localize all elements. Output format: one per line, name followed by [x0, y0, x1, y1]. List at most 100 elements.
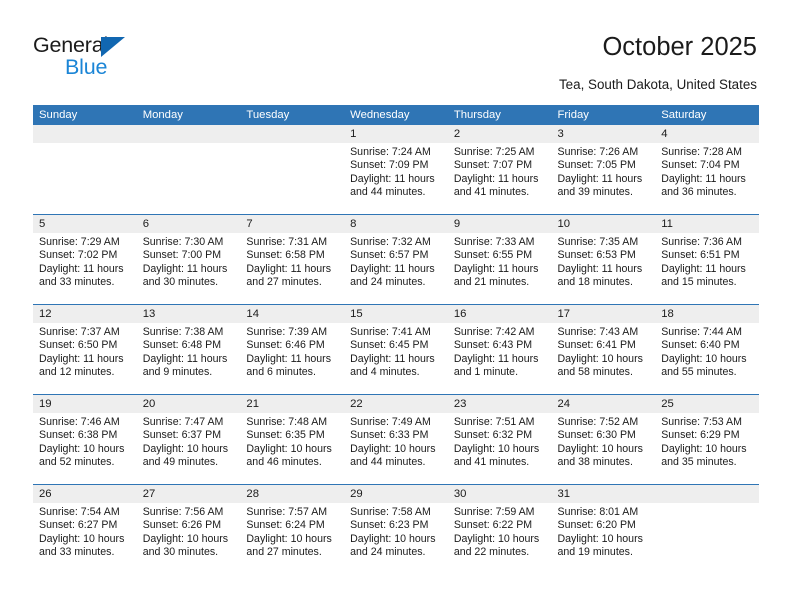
sunrise-time: Sunrise: 7:29 AM [39, 236, 120, 248]
calendar-day-cell[interactable]: 22 Sunrise: 7:49 AM Sunset: 6:33 PM Dayligh… [344, 394, 448, 485]
calendar-day-cell[interactable]: 11 Sunrise: 7:36 AM Sunset: 6:51 PM Dayligh… [655, 214, 759, 305]
calendar-day-cell[interactable]: 3 Sunrise: 7:26 AM Sunset: 7:05 PM Daylight… [551, 125, 656, 215]
daylight-duration-line1: Daylight: 11 hours [39, 352, 124, 365]
calendar-day-cell[interactable]: 19 Sunrise: 7:46 AM Sunset: 6:38 PM Dayligh… [33, 394, 137, 485]
calendar-day-cell[interactable]: 17 Sunrise: 7:43 AM Sunset: 6:41 PM Dayligh… [551, 304, 656, 395]
day-number: 27 [136, 485, 241, 503]
calendar-day-cell[interactable]: 12 Sunrise: 7:37 AM Sunset: 6:50 PM Dayligh… [33, 304, 137, 395]
day-number: 6 [136, 215, 241, 233]
day-number: 8 [344, 215, 448, 233]
daylight-duration-line1: Daylight: 10 hours [39, 532, 125, 545]
calendar-day-cell[interactable]: 27 Sunrise: 7:56 AM Sunset: 6:26 PM Dayligh… [136, 484, 241, 574]
day-number: 5 [33, 215, 137, 233]
sunset-time: Sunset: 7:02 PM [39, 249, 118, 262]
calendar-day-cell[interactable]: 2 Sunrise: 7:25 AM Sunset: 7:07 PM Daylight… [447, 125, 552, 215]
sunrise-time: Sunrise: 7:44 AM [661, 326, 742, 338]
day-details: Sunrise: 7:33 AM Sunset: 6:55 PM Daylight:… [448, 233, 552, 289]
calendar-day-cell[interactable]: 5 Sunrise: 7:29 AM Sunset: 7:02 PM Daylight… [33, 214, 137, 305]
day-details: Sunrise: 7:31 AM Sunset: 6:58 PM Daylight:… [240, 233, 344, 289]
day-number: 10 [551, 215, 656, 233]
calendar-day-cell[interactable]: 4 Sunrise: 7:28 AM Sunset: 7:04 PM Daylight… [655, 125, 759, 215]
daylight-duration-line1: Daylight: 10 hours [39, 442, 125, 455]
day-details: Sunrise: 7:59 AM Sunset: 6:22 PM Daylight:… [448, 503, 552, 559]
daylight-duration-line1: Daylight: 11 hours [246, 352, 332, 365]
calendar-day-cell[interactable]: 29 Sunrise: 7:58 AM Sunset: 6:23 PM Dayligh… [344, 484, 448, 574]
daylight-duration-line1: Daylight: 11 hours [661, 172, 746, 185]
calendar-day-cell[interactable]: 20 Sunrise: 7:47 AM Sunset: 6:37 PM Dayligh… [136, 394, 241, 485]
calendar-week-row: 1 Sunrise: 7:24 AM Sunset: 7:09 PM Daylight… [33, 125, 759, 215]
sunrise-time: Sunrise: 7:36 AM [661, 236, 742, 248]
calendar-day-cell-empty [33, 125, 137, 215]
sunset-time: Sunset: 6:26 PM [142, 519, 222, 532]
calendar-day-cell[interactable]: 30 Sunrise: 7:59 AM Sunset: 6:22 PM Dayligh… [447, 484, 552, 574]
day-number: 1 [344, 125, 448, 143]
daylight-duration-line1: Daylight: 11 hours [350, 172, 435, 185]
day-number [655, 485, 759, 503]
calendar-day-cell[interactable]: 15 Sunrise: 7:41 AM Sunset: 6:45 PM Dayligh… [344, 304, 448, 395]
day-details: Sunrise: 7:30 AM Sunset: 7:00 PM Daylight:… [137, 233, 241, 289]
sunset-time: Sunset: 6:50 PM [39, 339, 118, 352]
calendar-day-cell[interactable]: 9 Sunrise: 7:33 AM Sunset: 6:55 PM Daylight… [447, 214, 552, 305]
calendar-day-cell[interactable]: 31 Sunrise: 8:01 AM Sunset: 6:20 PM Dayligh… [551, 484, 656, 574]
calendar-day-cell[interactable]: 1 Sunrise: 7:24 AM Sunset: 7:09 PM Daylight… [344, 125, 448, 215]
sunrise-time: Sunrise: 7:26 AM [557, 146, 639, 158]
sunrise-time: Sunrise: 7:53 AM [661, 416, 742, 428]
calendar-day-cell[interactable]: 8 Sunrise: 7:32 AM Sunset: 6:57 PM Daylight… [344, 214, 448, 305]
sunset-time: Sunset: 6:24 PM [246, 519, 325, 532]
calendar-day-cell[interactable]: 21 Sunrise: 7:48 AM Sunset: 6:35 PM Dayligh… [240, 394, 345, 485]
calendar-day-cell[interactable]: 24 Sunrise: 7:52 AM Sunset: 6:30 PM Dayligh… [551, 394, 656, 485]
daylight-duration-line2: and 44 minutes. [350, 185, 426, 198]
calendar-day-cell[interactable]: 13 Sunrise: 7:38 AM Sunset: 6:48 PM Dayligh… [136, 304, 241, 395]
calendar-day-cell[interactable]: 10 Sunrise: 7:35 AM Sunset: 6:53 PM Dayligh… [551, 214, 656, 305]
daylight-duration-line1: Daylight: 11 hours [142, 352, 228, 365]
day-number: 14 [240, 305, 345, 323]
day-number: 2 [447, 125, 552, 143]
day-details: Sunrise: 7:29 AM Sunset: 7:02 PM Daylight:… [33, 233, 137, 289]
daylight-duration-line1: Daylight: 10 hours [661, 442, 747, 455]
day-details: Sunrise: 7:48 AM Sunset: 6:35 PM Daylight:… [240, 413, 344, 469]
daylight-duration-line1: Daylight: 10 hours [246, 442, 332, 455]
day-number: 29 [344, 485, 448, 503]
day-number [240, 125, 345, 143]
daylight-duration-line2: and 24 minutes. [350, 545, 426, 558]
sunrise-time: Sunrise: 7:33 AM [453, 236, 535, 248]
daylight-duration-line1: Daylight: 10 hours [557, 532, 643, 545]
calendar-day-cell[interactable]: 6 Sunrise: 7:30 AM Sunset: 7:00 PM Daylight… [136, 214, 241, 305]
calendar-day-cell[interactable]: 18 Sunrise: 7:44 AM Sunset: 6:40 PM Dayligh… [655, 304, 759, 395]
page-subtitle-location: Tea, South Dakota, United States [558, 77, 757, 92]
daylight-duration-line1: Daylight: 10 hours [142, 442, 229, 455]
daylight-duration-line1: Daylight: 11 hours [453, 262, 539, 275]
sunset-time: Sunset: 6:41 PM [557, 339, 636, 352]
calendar-day-cell[interactable]: 7 Sunrise: 7:31 AM Sunset: 6:58 PM Daylight… [240, 214, 345, 305]
calendar-day-cell[interactable]: 25 Sunrise: 7:53 AM Sunset: 6:29 PM Dayligh… [655, 394, 759, 485]
daylight-duration-line2: and 39 minutes. [557, 185, 633, 198]
calendar-day-cell[interactable]: 14 Sunrise: 7:39 AM Sunset: 6:46 PM Dayligh… [240, 304, 345, 395]
day-details: Sunrise: 7:41 AM Sunset: 6:45 PM Daylight:… [344, 323, 448, 379]
sunset-time: Sunset: 6:23 PM [350, 519, 429, 532]
day-number: 30 [447, 485, 552, 503]
calendar-day-cell[interactable]: 16 Sunrise: 7:42 AM Sunset: 6:43 PM Dayligh… [447, 304, 552, 395]
calendar-week-row: 12 Sunrise: 7:37 AM Sunset: 6:50 PM Dayligh… [33, 304, 759, 395]
sunset-time: Sunset: 6:33 PM [350, 429, 429, 442]
sunset-time: Sunset: 7:05 PM [557, 159, 636, 172]
sunset-time: Sunset: 6:35 PM [246, 429, 325, 442]
generalblue-logo[interactable]: General Blue [33, 33, 163, 81]
daylight-duration-line2: and 35 minutes. [661, 455, 737, 468]
daylight-duration-line2: and 44 minutes. [350, 455, 426, 468]
calendar-day-cell[interactable]: 28 Sunrise: 7:57 AM Sunset: 6:24 PM Dayligh… [240, 484, 345, 574]
daylight-duration-line1: Daylight: 10 hours [557, 442, 643, 455]
day-number: 28 [240, 485, 345, 503]
calendar-day-cell[interactable]: 26 Sunrise: 7:54 AM Sunset: 6:27 PM Dayligh… [33, 484, 137, 574]
daylight-duration-line1: Daylight: 10 hours [661, 352, 747, 365]
calendar-day-cell[interactable]: 23 Sunrise: 7:51 AM Sunset: 6:32 PM Dayligh… [447, 394, 552, 485]
calendar-table: Sunday Monday Tuesday Wednesday Thursday Frid… [33, 105, 759, 574]
sunrise-time: Sunrise: 7:24 AM [350, 146, 431, 158]
sunset-time: Sunset: 6:43 PM [453, 339, 533, 352]
calendar-week-row: 19 Sunrise: 7:46 AM Sunset: 6:38 PM Dayligh… [33, 394, 759, 485]
daylight-duration-line2: and 41 minutes. [453, 455, 530, 468]
daylight-duration-line2: and 30 minutes. [142, 275, 219, 288]
daylight-duration-line1: Daylight: 11 hours [453, 352, 539, 365]
day-number [33, 125, 137, 143]
sunrise-time: Sunrise: 7:35 AM [557, 236, 639, 248]
sunset-time: Sunset: 6:51 PM [661, 249, 740, 262]
